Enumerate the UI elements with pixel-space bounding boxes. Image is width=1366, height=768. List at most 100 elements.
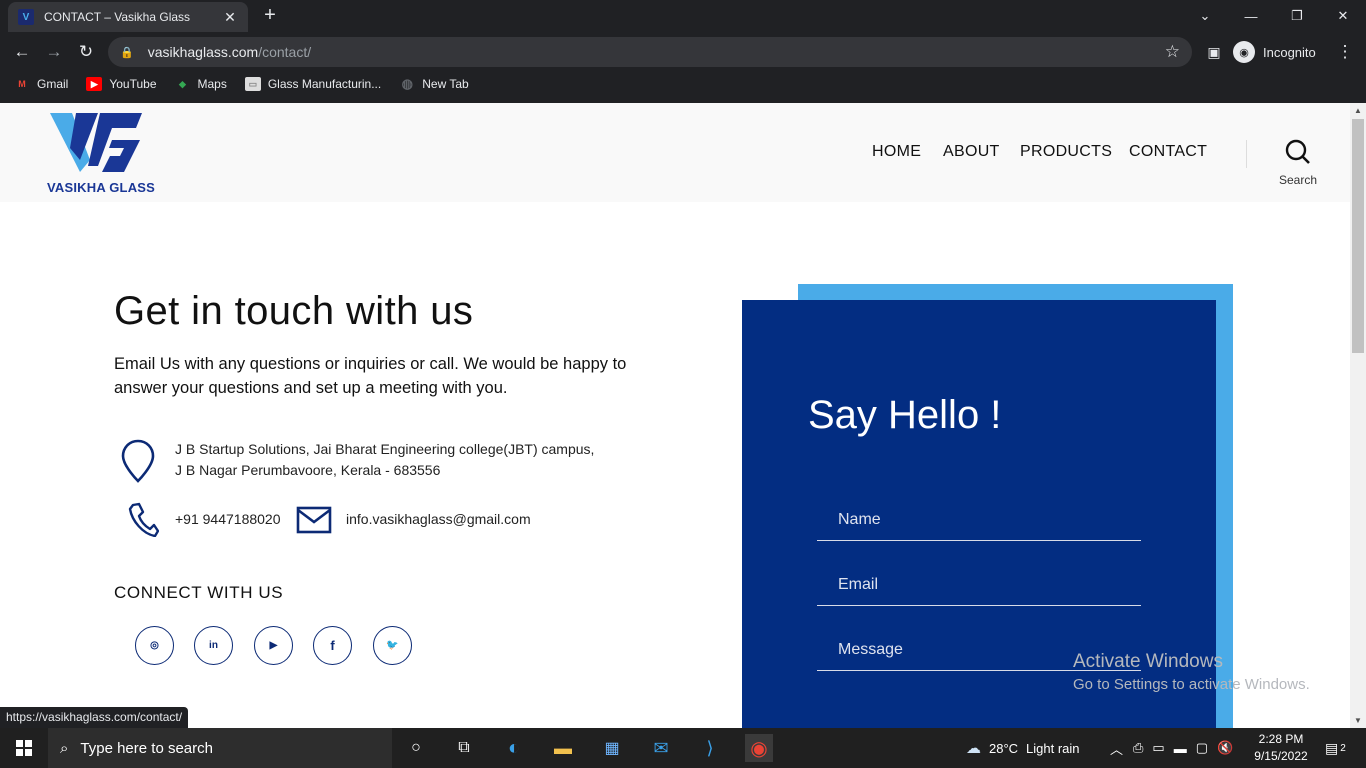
logo-text: VASIKHA GLASS — [46, 180, 156, 195]
meet-now-icon[interactable]: ⎙ — [1133, 740, 1143, 756]
clock-date: 9/15/2022 — [1254, 749, 1308, 763]
url-host: vasikhaglass.com — [147, 44, 259, 60]
bookmark-label: Glass Manufacturin... — [267, 77, 382, 91]
address-bar[interactable]: 🔒 vasikhaglass.com/contact/ ☆ — [108, 37, 1192, 67]
twitter-icon[interactable]: 🐦 — [373, 626, 412, 665]
chevron-up-icon[interactable]: ︿ — [1110, 739, 1123, 758]
taskbar-search-placeholder: Type here to search — [80, 739, 213, 757]
youtube-icon[interactable]: ▶ — [254, 626, 293, 665]
nav-products[interactable]: PRODUCTS — [1020, 143, 1112, 161]
bookmark-label: YouTube — [109, 77, 157, 91]
notification-icon: ▤ — [1325, 739, 1339, 756]
taskbar-search[interactable]: ⌕ Type here to search — [48, 728, 392, 768]
scroll-up-icon[interactable]: ▲ — [1350, 106, 1366, 115]
link-status-bar: https://vasikhaglass.com/contact/ — [0, 707, 189, 728]
tab-search-icon[interactable]: ⌄ — [1182, 0, 1228, 32]
web-page: VASIKHA GLASS HOME ABOUT PRODUCTS CONTAC… — [0, 103, 1350, 728]
url-path: /contact/ — [258, 44, 312, 60]
site-logo[interactable]: VASIKHA GLASS — [40, 110, 162, 198]
name-field[interactable] — [817, 499, 1141, 541]
display-icon[interactable]: ▢ — [1196, 740, 1208, 756]
cortana-icon[interactable]: ○ — [402, 734, 430, 762]
bookmark-youtube[interactable]: ▶ YouTube — [86, 77, 157, 91]
bookmark-maps[interactable]: ◆ Maps — [175, 77, 227, 91]
clock[interactable]: 2:28 PM 9/15/2022 — [1245, 731, 1317, 765]
phone-icon — [128, 502, 159, 537]
youtube-icon: ▶ — [86, 77, 103, 91]
scroll-down-icon[interactable]: ▼ — [1350, 716, 1366, 725]
instagram-icon[interactable]: ◎ — [135, 626, 174, 665]
incognito-label: Incognito — [1263, 44, 1316, 60]
search-icon: ⌕ — [60, 739, 69, 757]
nav-contact[interactable]: CONTACT — [1129, 143, 1207, 161]
reload-button[interactable]: ↻ — [72, 38, 100, 66]
nav-home[interactable]: HOME — [872, 143, 921, 161]
phone-number[interactable]: +91 9447188020 — [175, 511, 281, 527]
forward-button[interactable]: → — [40, 38, 68, 66]
browser-tab[interactable]: V CONTACT – Vasikha Glass ✕ — [8, 2, 248, 32]
volume-muted-icon[interactable]: 🔇 — [1217, 740, 1233, 756]
site-favicon: V — [18, 9, 34, 25]
site-header: VASIKHA GLASS HOME ABOUT PRODUCTS CONTAC… — [0, 103, 1350, 202]
vscode-icon[interactable]: ⟩ — [696, 734, 724, 762]
tray-icons[interactable]: ︿ ⎙ ▭ ▬ ▢ 🔇 — [1110, 728, 1233, 768]
edge-icon[interactable]: ◐ — [500, 734, 528, 762]
bookmark-gmail[interactable]: M Gmail — [14, 77, 68, 91]
search-icon — [1285, 139, 1310, 164]
browser-chrome: V CONTACT – Vasikha Glass ✕ + ⌄ — ❐ ✕ ← … — [0, 0, 1366, 103]
weather-desc: Light rain — [1026, 740, 1080, 756]
email-input[interactable] — [817, 564, 1141, 605]
task-view-icon[interactable]: ⧉ — [450, 734, 478, 762]
address: J B Startup Solutions, Jai Bharat Engine… — [175, 439, 594, 481]
tab-close-icon[interactable]: ✕ — [222, 9, 238, 26]
windows-start-icon[interactable] — [10, 734, 38, 762]
page-scrollbar[interactable]: ▲ ▼ — [1350, 103, 1366, 728]
globe-icon: ◍ — [401, 76, 413, 91]
linkedin-icon[interactable]: in — [194, 626, 233, 665]
bookmark-glass[interactable]: ▭ Glass Manufacturin... — [244, 77, 382, 91]
name-input[interactable] — [817, 499, 1141, 540]
battery-icon[interactable]: ▬ — [1174, 741, 1187, 756]
incognito-indicator[interactable]: ◉ Incognito — [1233, 39, 1316, 65]
bookmark-star-icon[interactable]: ☆ — [1165, 42, 1180, 62]
activate-windows-title: Activate Windows — [1073, 651, 1223, 672]
facebook-icon[interactable]: f — [313, 626, 352, 665]
bookmarks-bar: M Gmail ▶ YouTube ◆ Maps ▭ Glass Manufac… — [0, 72, 1366, 96]
cloud-rain-icon: ☁ — [966, 740, 981, 757]
store-icon[interactable]: ▦ — [598, 734, 626, 762]
address-line2: J B Nagar Perumbavoore, Kerala - 683556 — [175, 462, 441, 478]
form-title: Say Hello ! — [808, 393, 1002, 437]
scrollbar-thumb[interactable] — [1352, 119, 1364, 353]
new-tab-button[interactable]: + — [258, 4, 282, 27]
sidebar-icon[interactable]: ▣ — [1200, 38, 1228, 66]
weather-widget[interactable]: ☁ 28°C Light rain — [966, 728, 1080, 768]
tab-title: CONTACT – Vasikha Glass — [44, 10, 191, 24]
gmail-icon: M — [18, 79, 26, 89]
back-button[interactable]: ← — [8, 38, 36, 66]
network-icon[interactable]: ▭ — [1152, 740, 1164, 756]
bookmark-newtab[interactable]: ◍ New Tab — [399, 76, 469, 91]
maps-icon: ◆ — [179, 78, 186, 89]
bookmark-label: Maps — [197, 77, 227, 91]
minimize-button[interactable]: — — [1228, 0, 1274, 32]
mail-icon — [296, 506, 332, 534]
file-explorer-icon[interactable]: ▬ — [549, 734, 577, 762]
clock-time: 2:28 PM — [1258, 732, 1304, 746]
email-address[interactable]: info.vasikhaglass@gmail.com — [346, 511, 531, 527]
connect-heading: CONNECT WITH US — [114, 583, 284, 602]
search-label: Search — [1278, 173, 1318, 187]
nav-divider — [1246, 140, 1247, 168]
search-button[interactable]: Search — [1272, 139, 1324, 187]
notification-count: 2 — [1340, 742, 1346, 754]
email-field[interactable] — [817, 564, 1141, 606]
weather-temp: 28°C — [989, 740, 1019, 756]
nav-about[interactable]: ABOUT — [943, 143, 1000, 161]
bookmark-label: Gmail — [37, 77, 69, 91]
notification-center[interactable]: ▤ 2 — [1325, 728, 1346, 768]
address-line1: J B Startup Solutions, Jai Bharat Engine… — [175, 441, 595, 457]
mail-app-icon[interactable]: ✉ — [647, 734, 675, 762]
chrome-icon[interactable]: ◉ — [745, 734, 773, 762]
close-window-button[interactable]: ✕ — [1320, 0, 1366, 32]
browser-menu-icon[interactable]: ⋮ — [1331, 38, 1359, 66]
restore-button[interactable]: ❐ — [1274, 0, 1320, 32]
